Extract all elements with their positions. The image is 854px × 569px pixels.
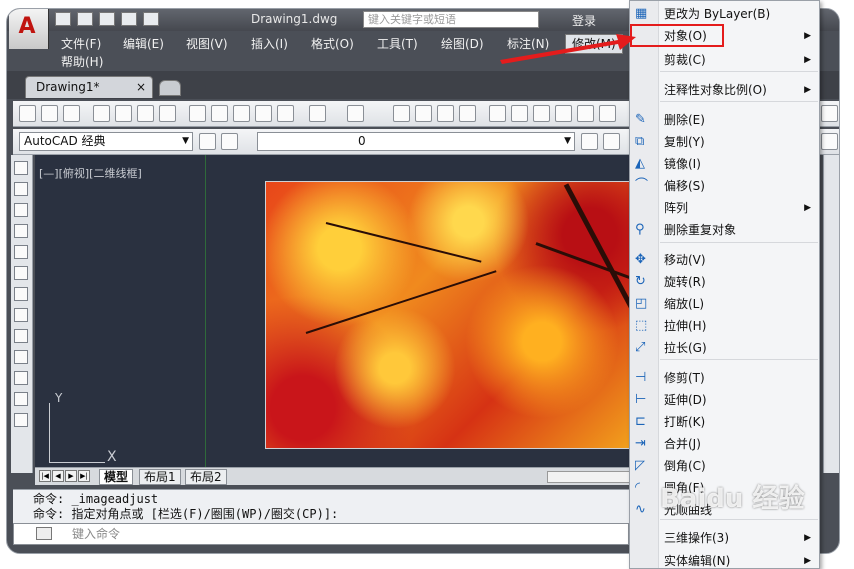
screen: Drawing1.dwg 键入关键字或短语 登录 A 文件(F) 编辑(E) 视… xyxy=(0,0,854,569)
arrow-shape xyxy=(500,34,636,64)
watermark: Baidu 经验 xyxy=(660,484,805,514)
